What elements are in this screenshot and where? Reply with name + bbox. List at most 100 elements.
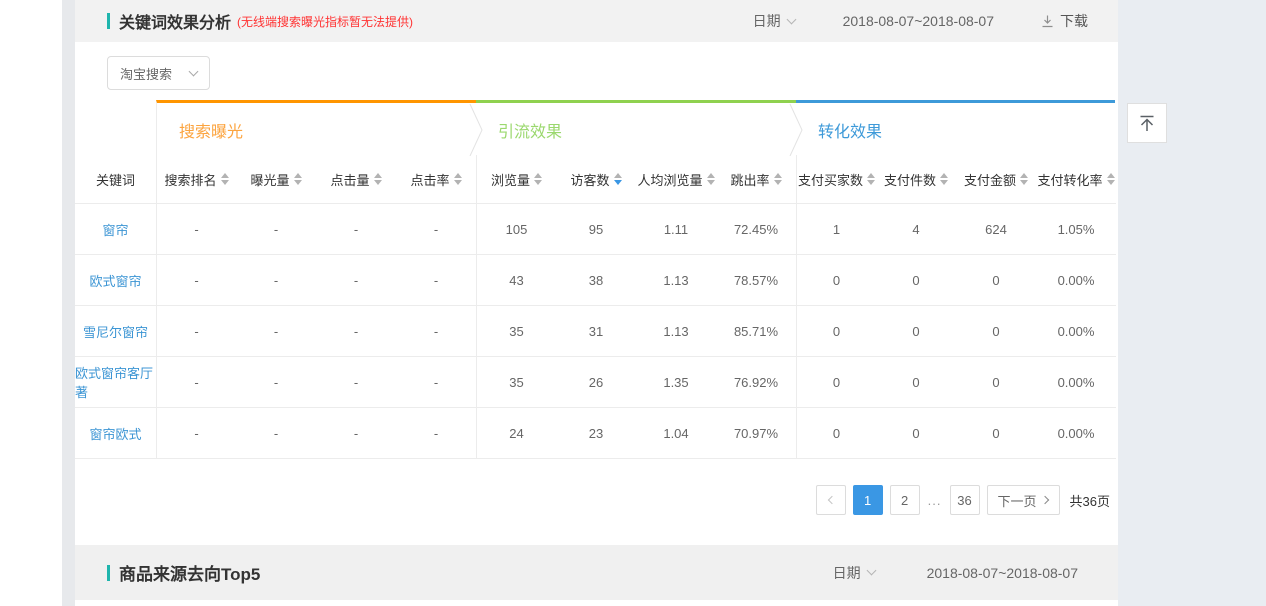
column-header-sortable[interactable]: 人均浏览量	[636, 155, 716, 203]
sort-arrows-icon[interactable]	[867, 173, 875, 185]
download-button[interactable]: 下载	[1040, 11, 1088, 31]
left-panel-edge	[0, 0, 62, 606]
column-header-label: 点击量	[330, 170, 369, 189]
title-accent-bar	[107, 565, 110, 581]
metric-cell: 0	[796, 408, 876, 458]
metric-cell: 78.57%	[716, 255, 796, 305]
panel-note: (无线端搜索曝光指标暂无法提供)	[237, 13, 413, 30]
group-label: 转化效果	[796, 116, 882, 142]
back-to-top-icon	[1136, 112, 1158, 134]
column-header-sortable[interactable]: 点击率	[396, 155, 476, 203]
metric-cell: 1.13	[636, 255, 716, 305]
sort-arrows-icon[interactable]	[454, 173, 462, 185]
metric-cell: 0	[876, 357, 956, 407]
sort-arrows-icon[interactable]	[774, 173, 782, 185]
metric-cell: -	[316, 357, 396, 407]
metric-cell: 35	[476, 357, 556, 407]
column-header-sortable[interactable]: 浏览量	[476, 155, 556, 203]
column-header-sortable[interactable]: 支付买家数	[796, 155, 876, 203]
column-header-sortable[interactable]: 支付转化率	[1036, 155, 1116, 203]
table-row: 欧式窗帘----43381.1378.57%0000.00%	[75, 255, 1116, 306]
page-button-last[interactable]: 36	[950, 485, 980, 515]
metric-group-row: 搜索曝光 引流效果 转化效果	[75, 100, 1118, 155]
metric-cell: -	[156, 255, 236, 305]
column-header-sortable[interactable]: 曝光量	[236, 155, 316, 203]
metric-cell: -	[236, 255, 316, 305]
metric-cell: 0	[956, 357, 1036, 407]
column-header-sortable[interactable]: 搜索排名	[156, 155, 236, 203]
sort-arrows-icon[interactable]	[294, 173, 302, 185]
group-label: 搜索曝光	[157, 116, 243, 142]
table-header-row: 关键词搜索排名曝光量点击量点击率浏览量访客数人均浏览量跳出率支付买家数支付件数支…	[75, 155, 1116, 204]
page-button-1[interactable]: 1	[853, 485, 883, 515]
keyword-link[interactable]: 窗帘	[75, 204, 156, 254]
metric-cell: 0	[876, 408, 956, 458]
column-header-keyword: 关键词	[75, 155, 156, 203]
channel-select-value: 淘宝搜索	[120, 64, 172, 83]
sort-arrows-icon[interactable]	[1020, 173, 1028, 185]
group-divider-chevron	[469, 104, 483, 156]
sort-arrows-icon[interactable]	[1107, 173, 1115, 185]
metric-cell: -	[156, 357, 236, 407]
metric-cell: 1.35	[636, 357, 716, 407]
group-traffic-effect: 引流效果	[476, 100, 796, 155]
sort-arrows-icon[interactable]	[374, 173, 382, 185]
metric-cell: -	[156, 306, 236, 356]
keyword-link[interactable]: 雪尼尔窗帘	[75, 306, 156, 356]
metric-cell: 0.00%	[1036, 357, 1116, 407]
keyword-link[interactable]: 欧式窗帘客厅著	[75, 357, 156, 407]
download-icon	[1040, 14, 1055, 29]
date-range-value: 2018-08-07~2018-08-07	[927, 565, 1078, 581]
column-header-sortable[interactable]: 点击量	[316, 155, 396, 203]
metric-cell: -	[396, 204, 476, 254]
metric-cell: -	[236, 408, 316, 458]
metric-cell: 4	[876, 204, 956, 254]
back-to-top-button[interactable]	[1127, 103, 1167, 143]
metric-cell: -	[236, 306, 316, 356]
column-header-sortable[interactable]: 支付件数	[876, 155, 956, 203]
column-header-label: 曝光量	[250, 170, 289, 189]
column-header-label: 点击率	[410, 170, 449, 189]
keyword-link[interactable]: 窗帘欧式	[75, 408, 156, 458]
column-header-sortable[interactable]: 支付金额	[956, 155, 1036, 203]
column-header-sortable[interactable]: 访客数	[556, 155, 636, 203]
column-header-label: 浏览量	[491, 170, 530, 189]
channel-select[interactable]: 淘宝搜索	[107, 56, 210, 90]
panel-title: 关键词效果分析	[119, 9, 231, 33]
prev-page-button[interactable]	[816, 485, 846, 515]
metric-cell: 95	[556, 204, 636, 254]
metric-cell: -	[396, 306, 476, 356]
metric-cell: 1.11	[636, 204, 716, 254]
source-panel-header: 商品来源去向Top5 日期 2018-08-07~2018-08-07	[75, 545, 1118, 600]
metric-cell: 0	[956, 408, 1036, 458]
column-header-label: 支付金额	[964, 170, 1016, 189]
keyword-analysis-panel: 关键词效果分析 (无线端搜索曝光指标暂无法提供) 日期 2018-08-07~2…	[75, 0, 1118, 606]
metric-cell: 0	[876, 306, 956, 356]
metric-cell: 76.92%	[716, 357, 796, 407]
sort-arrows-icon[interactable]	[221, 173, 229, 185]
metric-cell: -	[396, 357, 476, 407]
date-filter-dropdown[interactable]: 日期	[833, 563, 875, 583]
metric-cell: -	[236, 357, 316, 407]
column-header-label: 支付转化率	[1037, 170, 1102, 189]
page-button-2[interactable]: 2	[890, 485, 920, 515]
date-range-value: 2018-08-07~2018-08-07	[843, 13, 994, 29]
group-conversion-effect: 转化效果	[796, 100, 1115, 155]
metric-cell: -	[316, 408, 396, 458]
date-filter-label: 日期	[753, 11, 781, 31]
group-label: 引流效果	[476, 116, 562, 142]
keyword-link[interactable]: 欧式窗帘	[75, 255, 156, 305]
date-filter-label: 日期	[833, 563, 861, 583]
sort-arrows-icon[interactable]	[614, 173, 622, 185]
table-row: 窗帘欧式----24231.0470.97%0000.00%	[75, 408, 1116, 459]
metric-cell: 1.13	[636, 306, 716, 356]
metric-cell: -	[316, 255, 396, 305]
sort-arrows-icon[interactable]	[707, 173, 715, 185]
column-header-sortable[interactable]: 跳出率	[716, 155, 796, 203]
next-page-button[interactable]: 下一页	[987, 485, 1060, 515]
sort-arrows-icon[interactable]	[940, 173, 948, 185]
table-body: 窗帘----105951.1172.45%146241.05%欧式窗帘----4…	[75, 204, 1118, 459]
column-header-label: 人均浏览量	[637, 170, 702, 189]
date-filter-dropdown[interactable]: 日期	[753, 11, 795, 31]
sort-arrows-icon[interactable]	[534, 173, 542, 185]
